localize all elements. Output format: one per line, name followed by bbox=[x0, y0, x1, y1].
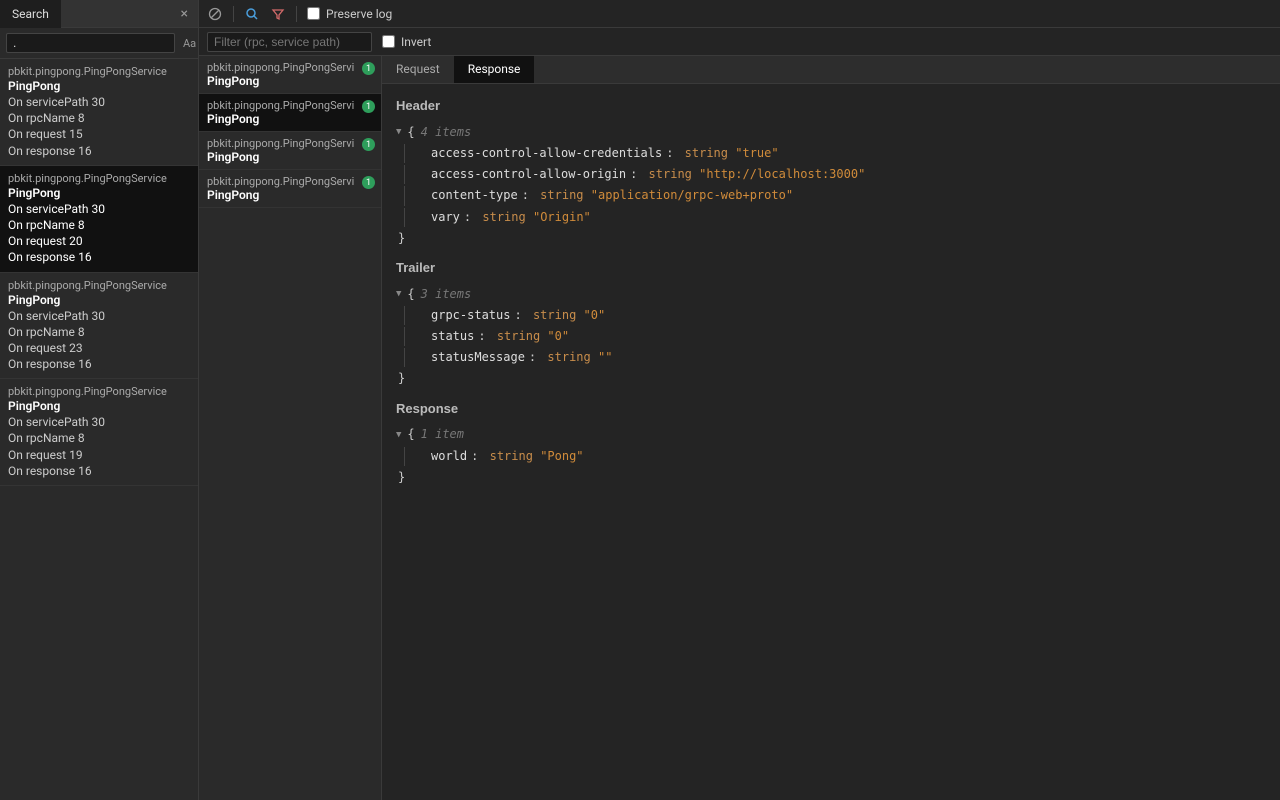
result-line: On response 16 bbox=[8, 249, 190, 265]
rpc-path: pbkit.pingpong.PingPongServi bbox=[207, 175, 373, 188]
rpc-method: PingPong bbox=[207, 188, 373, 202]
search-panel: Search × Aa .* pbkit.pingpong.PingPongSe… bbox=[0, 0, 199, 800]
object-close: } bbox=[396, 369, 1266, 388]
result-path: pbkit.pingpong.PingPongService bbox=[8, 172, 190, 185]
rpc-path: pbkit.pingpong.PingPongServi bbox=[207, 99, 373, 112]
result-line: On request 15 bbox=[8, 126, 190, 142]
result-line: On servicePath 30 bbox=[8, 201, 190, 217]
result-method: PingPong bbox=[8, 186, 190, 200]
object-open: ▼{ 1 item bbox=[396, 425, 1266, 444]
content-row: pbkit.pingpong.PingPongServiPingPong1pbk… bbox=[199, 56, 1280, 800]
chevron-down-icon[interactable]: ▼ bbox=[396, 428, 401, 442]
search-tab[interactable]: Search bbox=[0, 0, 61, 28]
kv-row: grpc-status: string "0" bbox=[404, 306, 1266, 325]
kv-row: vary: string "Origin" bbox=[404, 208, 1266, 227]
result-line: On servicePath 30 bbox=[8, 308, 190, 324]
search-header: Search × bbox=[0, 0, 198, 28]
result-line: On rpcName 8 bbox=[8, 110, 190, 126]
result-path: pbkit.pingpong.PingPongService bbox=[8, 279, 190, 292]
result-method: PingPong bbox=[8, 79, 190, 93]
object-close: } bbox=[396, 468, 1266, 487]
detail-panel: Request Response Header ▼{ 4 items access-… bbox=[382, 56, 1280, 800]
close-icon[interactable]: × bbox=[171, 6, 198, 22]
rpc-path: pbkit.pingpong.PingPongServi bbox=[207, 137, 373, 150]
kv-row: access-control-allow-origin: string "htt… bbox=[404, 165, 1266, 184]
result-line: On response 16 bbox=[8, 143, 190, 159]
rpc-method: PingPong bbox=[207, 74, 373, 88]
rpc-badge: 1 bbox=[362, 176, 375, 189]
rpc-badge: 1 bbox=[362, 138, 375, 151]
result-path: pbkit.pingpong.PingPongService bbox=[8, 65, 190, 78]
rpc-badge: 1 bbox=[362, 62, 375, 75]
kv-row: content-type: string "application/grpc-w… bbox=[404, 186, 1266, 205]
rpc-method: PingPong bbox=[207, 112, 373, 126]
detail-tabs: Request Response bbox=[382, 56, 1280, 84]
rpc-item[interactable]: pbkit.pingpong.PingPongServiPingPong1 bbox=[199, 170, 381, 208]
search-result-item[interactable]: pbkit.pingpong.PingPongServicePingPongOn… bbox=[0, 166, 198, 273]
section-heading: Header bbox=[396, 96, 1266, 117]
detail-body: Header ▼{ 4 items access-control-allow-cre… bbox=[382, 84, 1280, 800]
result-method: PingPong bbox=[8, 399, 190, 413]
result-line: On request 20 bbox=[8, 233, 190, 249]
rpc-path: pbkit.pingpong.PingPongServi bbox=[207, 61, 373, 74]
divider bbox=[296, 6, 297, 22]
divider bbox=[233, 6, 234, 22]
search-input[interactable] bbox=[6, 33, 175, 53]
object-open: ▼{ 3 items bbox=[396, 285, 1266, 304]
kv-row: status: string "0" bbox=[404, 327, 1266, 346]
result-line: On servicePath 30 bbox=[8, 414, 190, 430]
result-method: PingPong bbox=[8, 293, 190, 307]
filter-input[interactable] bbox=[207, 32, 372, 52]
object-open: ▼{ 4 items bbox=[396, 123, 1266, 142]
result-line: On rpcName 8 bbox=[8, 217, 190, 233]
result-line: On rpcName 8 bbox=[8, 324, 190, 340]
chevron-down-icon[interactable]: ▼ bbox=[396, 287, 401, 301]
rpc-item[interactable]: pbkit.pingpong.PingPongServiPingPong1 bbox=[199, 132, 381, 170]
filter-row: Invert bbox=[199, 28, 1280, 56]
rpc-badge: 1 bbox=[362, 100, 375, 113]
rpc-item[interactable]: pbkit.pingpong.PingPongServiPingPong1 bbox=[199, 56, 381, 94]
search-result-item[interactable]: pbkit.pingpong.PingPongServicePingPongOn… bbox=[0, 273, 198, 380]
section-heading: Response bbox=[396, 399, 1266, 420]
result-line: On response 16 bbox=[8, 463, 190, 479]
top-toolbar: Preserve log bbox=[199, 0, 1280, 28]
rpc-item[interactable]: pbkit.pingpong.PingPongServiPingPong1 bbox=[199, 94, 381, 132]
kv-row: access-control-allow-credentials: string… bbox=[404, 144, 1266, 163]
main-panel: Preserve log Invert pbkit.pingpong.PingP… bbox=[199, 0, 1280, 800]
preserve-log-checkbox[interactable]: Preserve log bbox=[307, 7, 392, 21]
result-path: pbkit.pingpong.PingPongService bbox=[8, 385, 190, 398]
kv-row: statusMessage: string "" bbox=[404, 348, 1266, 367]
clear-icon[interactable] bbox=[207, 6, 223, 22]
section-heading: Trailer bbox=[396, 258, 1266, 279]
result-line: On request 23 bbox=[8, 340, 190, 356]
search-results: pbkit.pingpong.PingPongServicePingPongOn… bbox=[0, 59, 198, 800]
tab-response[interactable]: Response bbox=[454, 56, 535, 83]
kv-row: world: string "Pong" bbox=[404, 447, 1266, 466]
result-line: On servicePath 30 bbox=[8, 94, 190, 110]
search-result-item[interactable]: pbkit.pingpong.PingPongServicePingPongOn… bbox=[0, 59, 198, 166]
result-line: On rpcName 8 bbox=[8, 430, 190, 446]
invert-label: Invert bbox=[401, 35, 431, 49]
tab-request[interactable]: Request bbox=[382, 56, 454, 83]
search-icon[interactable] bbox=[244, 6, 260, 22]
filter-icon[interactable] bbox=[270, 6, 286, 22]
object-close: } bbox=[396, 229, 1266, 248]
invert-checkbox[interactable]: Invert bbox=[382, 35, 431, 49]
search-input-row: Aa .* bbox=[0, 28, 198, 59]
rpc-method: PingPong bbox=[207, 150, 373, 164]
case-sensitive-toggle[interactable]: Aa bbox=[181, 35, 198, 52]
result-line: On request 19 bbox=[8, 447, 190, 463]
search-result-item[interactable]: pbkit.pingpong.PingPongServicePingPongOn… bbox=[0, 379, 198, 486]
result-line: On response 16 bbox=[8, 356, 190, 372]
preserve-log-label: Preserve log bbox=[326, 7, 392, 21]
chevron-down-icon[interactable]: ▼ bbox=[396, 125, 401, 139]
rpc-list: pbkit.pingpong.PingPongServiPingPong1pbk… bbox=[199, 56, 382, 800]
